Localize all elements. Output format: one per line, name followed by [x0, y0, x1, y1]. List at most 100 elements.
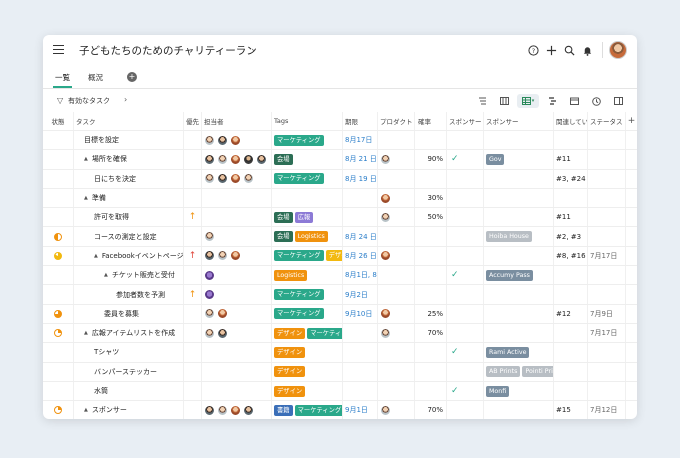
due-cell[interactable]	[343, 381, 378, 401]
assignee-cell[interactable]	[202, 246, 272, 266]
task-name[interactable]: 広報アイテムリストを作成	[92, 328, 175, 338]
related-cell[interactable]: #11	[554, 208, 588, 227]
tags-cell[interactable]: マーケティング	[272, 169, 343, 188]
avatar[interactable]	[230, 404, 241, 416]
tags-cell[interactable]	[272, 188, 343, 208]
status-cell[interactable]	[43, 266, 74, 285]
tag-badge[interactable]: デザイン	[274, 366, 306, 378]
avatar[interactable]	[230, 153, 241, 165]
due-cell[interactable]: 9月2日	[343, 285, 378, 304]
tag-badge[interactable]: デザイン	[274, 327, 306, 339]
calendar-icon[interactable]	[565, 94, 583, 108]
avatar[interactable]	[217, 308, 228, 320]
task-name[interactable]: チケット販売と受付	[112, 270, 175, 280]
table-row[interactable]: 委員を募集 マーケティング 9月10日 25% #12 7月9日	[43, 304, 637, 324]
confidence-cell[interactable]: 70%	[415, 323, 447, 343]
status2-cell[interactable]	[588, 266, 626, 285]
col-status2[interactable]: ステータス	[588, 112, 626, 130]
related-cell[interactable]	[554, 343, 588, 362]
table-row[interactable]: バンパーステッカー デザイン AB Prints Pointi Prin	[43, 362, 637, 382]
avatar[interactable]	[243, 173, 254, 185]
panel-icon[interactable]	[609, 94, 627, 108]
table-row[interactable]: ▲ チケット販売と受付 Logistics 8月1日, 8月 ✓ Accumy Pass	[43, 266, 637, 286]
assignee-cell[interactable]	[202, 150, 272, 169]
tags-cell[interactable]: 書籍 マーケティング	[272, 401, 343, 419]
expand-caret-icon[interactable]: ▲	[84, 195, 88, 201]
related-cell[interactable]: #12	[554, 304, 588, 323]
task-name[interactable]: 水筒	[94, 386, 108, 396]
task-name[interactable]: コースの測定と設定	[94, 232, 157, 242]
sponsor-cell[interactable]: AB Prints Pointi Prin	[484, 362, 554, 381]
avatar[interactable]	[230, 250, 241, 262]
sponsor-cell[interactable]: Gov	[484, 150, 554, 169]
task-name[interactable]: 参加者数を予測	[116, 290, 165, 300]
product-cell[interactable]	[378, 304, 415, 323]
priority-cell[interactable]	[184, 343, 202, 362]
confidence-cell[interactable]: 90%	[415, 150, 447, 169]
confidence-cell[interactable]: 30%	[415, 188, 447, 208]
chevron-down-icon[interactable]: ⌄	[250, 44, 258, 54]
task-cell[interactable]: 許可を取得	[74, 208, 184, 227]
priority-cell[interactable]	[184, 150, 202, 169]
bell-icon[interactable]	[578, 41, 596, 59]
avatar[interactable]	[256, 153, 267, 165]
checkmark-icon[interactable]: ✓	[451, 347, 459, 357]
sponsor-cell[interactable]	[484, 246, 554, 266]
related-cell[interactable]: #3, #24	[554, 169, 588, 188]
assignee-cell[interactable]	[202, 131, 272, 150]
tag-badge[interactable]: マーケティング	[294, 404, 342, 416]
confidence-cell[interactable]: 50%	[415, 208, 447, 227]
priority-cell[interactable]: ↑	[184, 246, 202, 266]
tag-badge[interactable]: 会場	[274, 211, 293, 223]
due-date[interactable]: 8月17日	[345, 135, 372, 145]
confidence-cell[interactable]	[415, 285, 447, 304]
assignee-cell[interactable]	[202, 381, 272, 401]
sponsor-flag-cell[interactable]: ✓	[447, 343, 484, 362]
task-cell[interactable]: コースの測定と設定	[74, 227, 184, 246]
related-cell[interactable]: #2, #3	[554, 227, 588, 246]
sponsor-cell[interactable]	[484, 401, 554, 419]
status-cell[interactable]	[43, 208, 74, 227]
sponsor-badge[interactable]: Pointi Prin	[522, 366, 553, 378]
confidence-cell[interactable]	[415, 169, 447, 188]
related-value[interactable]: #8, #16	[556, 252, 586, 260]
task-cell[interactable]: バンパーステッカー	[74, 362, 184, 381]
table-row[interactable]: コースの測定と設定 会場 Logistics 8月 24 日 Hoiba House #2…	[43, 227, 637, 247]
due-cell[interactable]: 8月 19 日	[343, 169, 378, 188]
product-cell[interactable]	[378, 169, 415, 188]
confidence-cell[interactable]	[415, 131, 447, 150]
sponsor-cell[interactable]	[484, 169, 554, 188]
task-name[interactable]: 場所を確保	[92, 154, 127, 164]
product-cell[interactable]	[378, 285, 415, 304]
tags-cell[interactable]: マーケティング	[272, 285, 343, 304]
confidence-cell[interactable]	[415, 362, 447, 381]
sponsor-cell[interactable]: Accumy Pass	[484, 266, 554, 285]
avatar[interactable]	[380, 308, 391, 320]
tab-list[interactable]: 一覧	[53, 72, 72, 88]
product-cell[interactable]	[378, 188, 415, 208]
task-cell[interactable]: ▲ Facebookイベントページ	[74, 246, 184, 266]
tag-badge[interactable]: マーケティング	[274, 289, 324, 301]
status2-cell[interactable]	[588, 362, 626, 381]
sponsor-cell[interactable]	[484, 304, 554, 323]
status-cell[interactable]	[43, 343, 74, 362]
due-cell[interactable]	[343, 323, 378, 343]
due-cell[interactable]: 8月 26 日	[343, 246, 378, 266]
tab-overview[interactable]: 概況	[88, 72, 103, 83]
task-name[interactable]: Tシャツ	[94, 347, 119, 357]
timeline-icon[interactable]	[543, 94, 561, 108]
avatar[interactable]	[204, 250, 215, 262]
product-cell[interactable]	[378, 401, 415, 419]
due-cell[interactable]: 8月 24 日	[343, 227, 378, 246]
confidence-cell[interactable]	[415, 266, 447, 285]
table-row[interactable]: 目標を設定 マーケティング 8月17日	[43, 131, 637, 151]
avatar[interactable]	[380, 404, 391, 416]
task-name[interactable]: 日にちを決定	[94, 174, 136, 184]
sponsor-flag-cell[interactable]: ✓	[447, 150, 484, 169]
checkmark-icon[interactable]: ✓	[451, 154, 459, 164]
tags-cell[interactable]: Logistics	[272, 266, 343, 285]
expand-caret-icon[interactable]: ▲	[104, 272, 108, 278]
avatar[interactable]	[380, 192, 391, 204]
related-cell[interactable]: #11	[554, 150, 588, 169]
task-name[interactable]: 許可を取得	[94, 212, 129, 222]
